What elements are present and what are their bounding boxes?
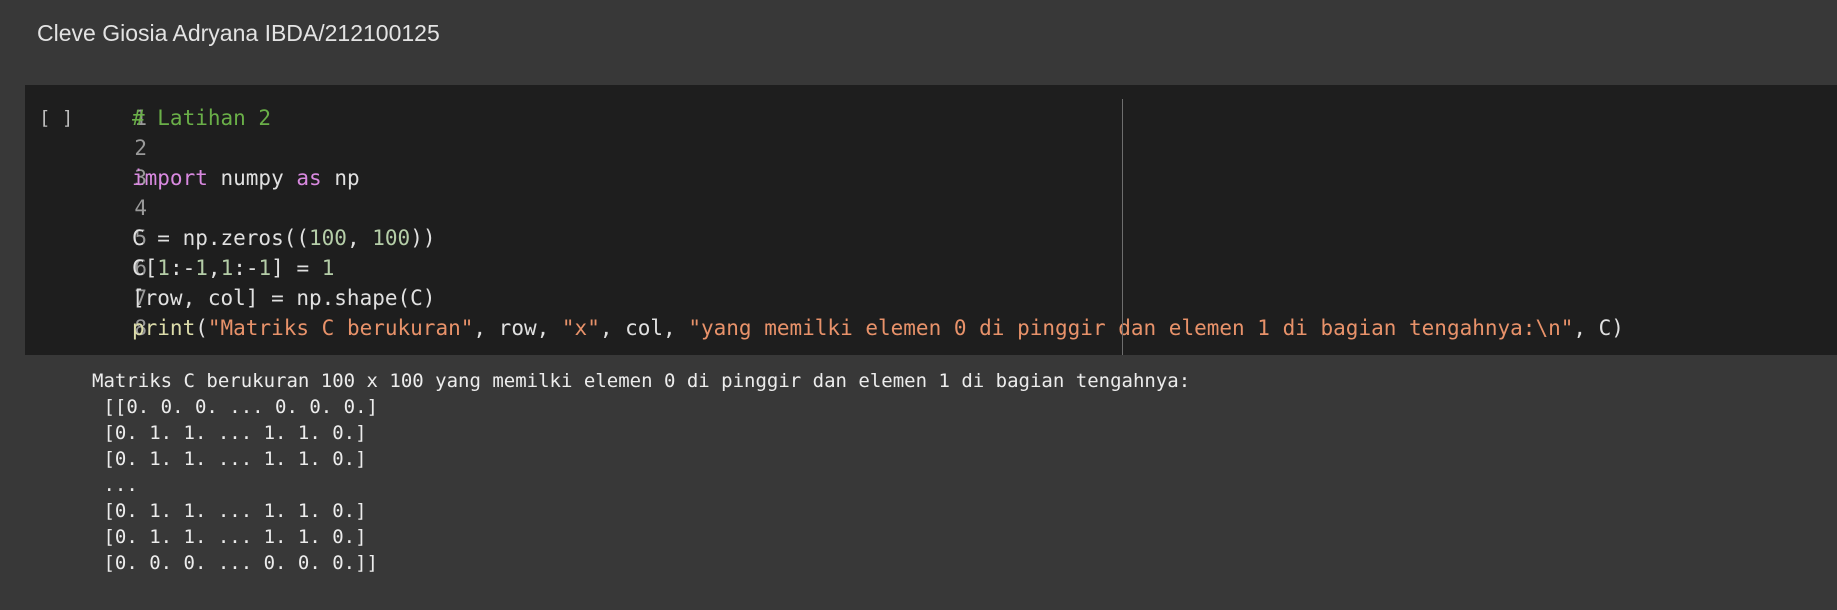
cell-output: Matriks C berukuran 100 x 100 yang memil…	[92, 368, 1190, 576]
code-token-plain: , row,	[473, 316, 562, 340]
code-token-plain: (	[195, 316, 208, 340]
code-token-plain: numpy	[207, 166, 297, 190]
code-token-plain: np	[321, 166, 360, 190]
code-token-string: "x"	[561, 316, 600, 340]
code-token-keyword: as	[296, 166, 322, 190]
code-line[interactable]: C[1:-1,1:-1] = 1	[132, 253, 1624, 283]
code-token-plain: , C)	[1573, 316, 1624, 340]
code-token-number: 1	[220, 256, 234, 280]
code-token-comment: # Latihan 2	[132, 106, 272, 130]
code-token-plain: ,	[207, 256, 221, 280]
code-token-builtin: print	[132, 316, 196, 340]
code-line[interactable]: print("Matriks C berukuran", row, "x", c…	[132, 313, 1624, 343]
code-line[interactable]: [row, col] = np.shape(C)	[132, 283, 1624, 313]
output-line: [0. 1. 1. ... 1. 1. 0.]	[92, 448, 367, 470]
code-editor[interactable]: # Latihan 2 import numpy as np C = np.zero…	[132, 103, 1624, 343]
output-line: [0. 1. 1. ... 1. 1. 0.]	[92, 526, 367, 548]
code-line[interactable]: # Latihan 2	[132, 103, 1624, 133]
code-token-number: 100	[309, 226, 347, 250]
code-token-number: 1	[157, 256, 170, 280]
code-token-plain: C[	[132, 256, 158, 280]
column-ruler-line	[1122, 99, 1123, 355]
code-token-number: 100	[372, 226, 411, 250]
code-token-number: 1	[321, 256, 335, 280]
code-token-string: "Matriks C berukuran"	[207, 316, 474, 340]
code-line[interactable]: import numpy as np	[132, 163, 1624, 193]
code-token-plain: C = np.zeros((	[132, 226, 310, 250]
output-line: [[0. 0. 0. ... 0. 0. 0.]	[92, 396, 378, 418]
code-token-plain: , col,	[599, 316, 689, 340]
output-line: [0. 1. 1. ... 1. 1. 0.]	[92, 500, 367, 522]
code-token-plain: ] =	[271, 256, 322, 280]
run-cell-button[interactable]: [ ]	[39, 103, 73, 133]
code-token-string: "yang memilki elemen 0 di pinggir dan el…	[688, 316, 1574, 340]
output-line: [0. 1. 1. ... 1. 1. 0.]	[92, 422, 367, 444]
output-line: [0. 0. 0. ... 0. 0. 0.]]	[92, 552, 378, 574]
code-token-number: 1	[258, 256, 272, 280]
code-token-plain: ))	[410, 226, 436, 250]
notebook-page: Cleve Giosia Adryana IBDA/212100125 [ ] …	[0, 0, 1837, 610]
code-token-plain: [row, col] = np.shape(C)	[132, 286, 436, 310]
code-token-plain: :-	[169, 256, 196, 280]
code-token-plain: :-	[233, 256, 259, 280]
code-cell[interactable]: [ ] 1 2 3 4 5 6 7 8 # Latihan 2 import nu…	[25, 85, 1837, 355]
code-line[interactable]	[132, 133, 1624, 163]
code-token-keyword: import	[132, 166, 208, 190]
output-line: ...	[92, 474, 138, 496]
code-token-plain: ,	[346, 226, 373, 250]
code-token-number: 1	[195, 256, 208, 280]
code-line[interactable]	[132, 193, 1624, 223]
code-line[interactable]: C = np.zeros((100, 100))	[132, 223, 1624, 253]
output-line: Matriks C berukuran 100 x 100 yang memil…	[92, 370, 1191, 392]
markdown-text-cell[interactable]: Cleve Giosia Adryana IBDA/212100125	[37, 18, 440, 48]
